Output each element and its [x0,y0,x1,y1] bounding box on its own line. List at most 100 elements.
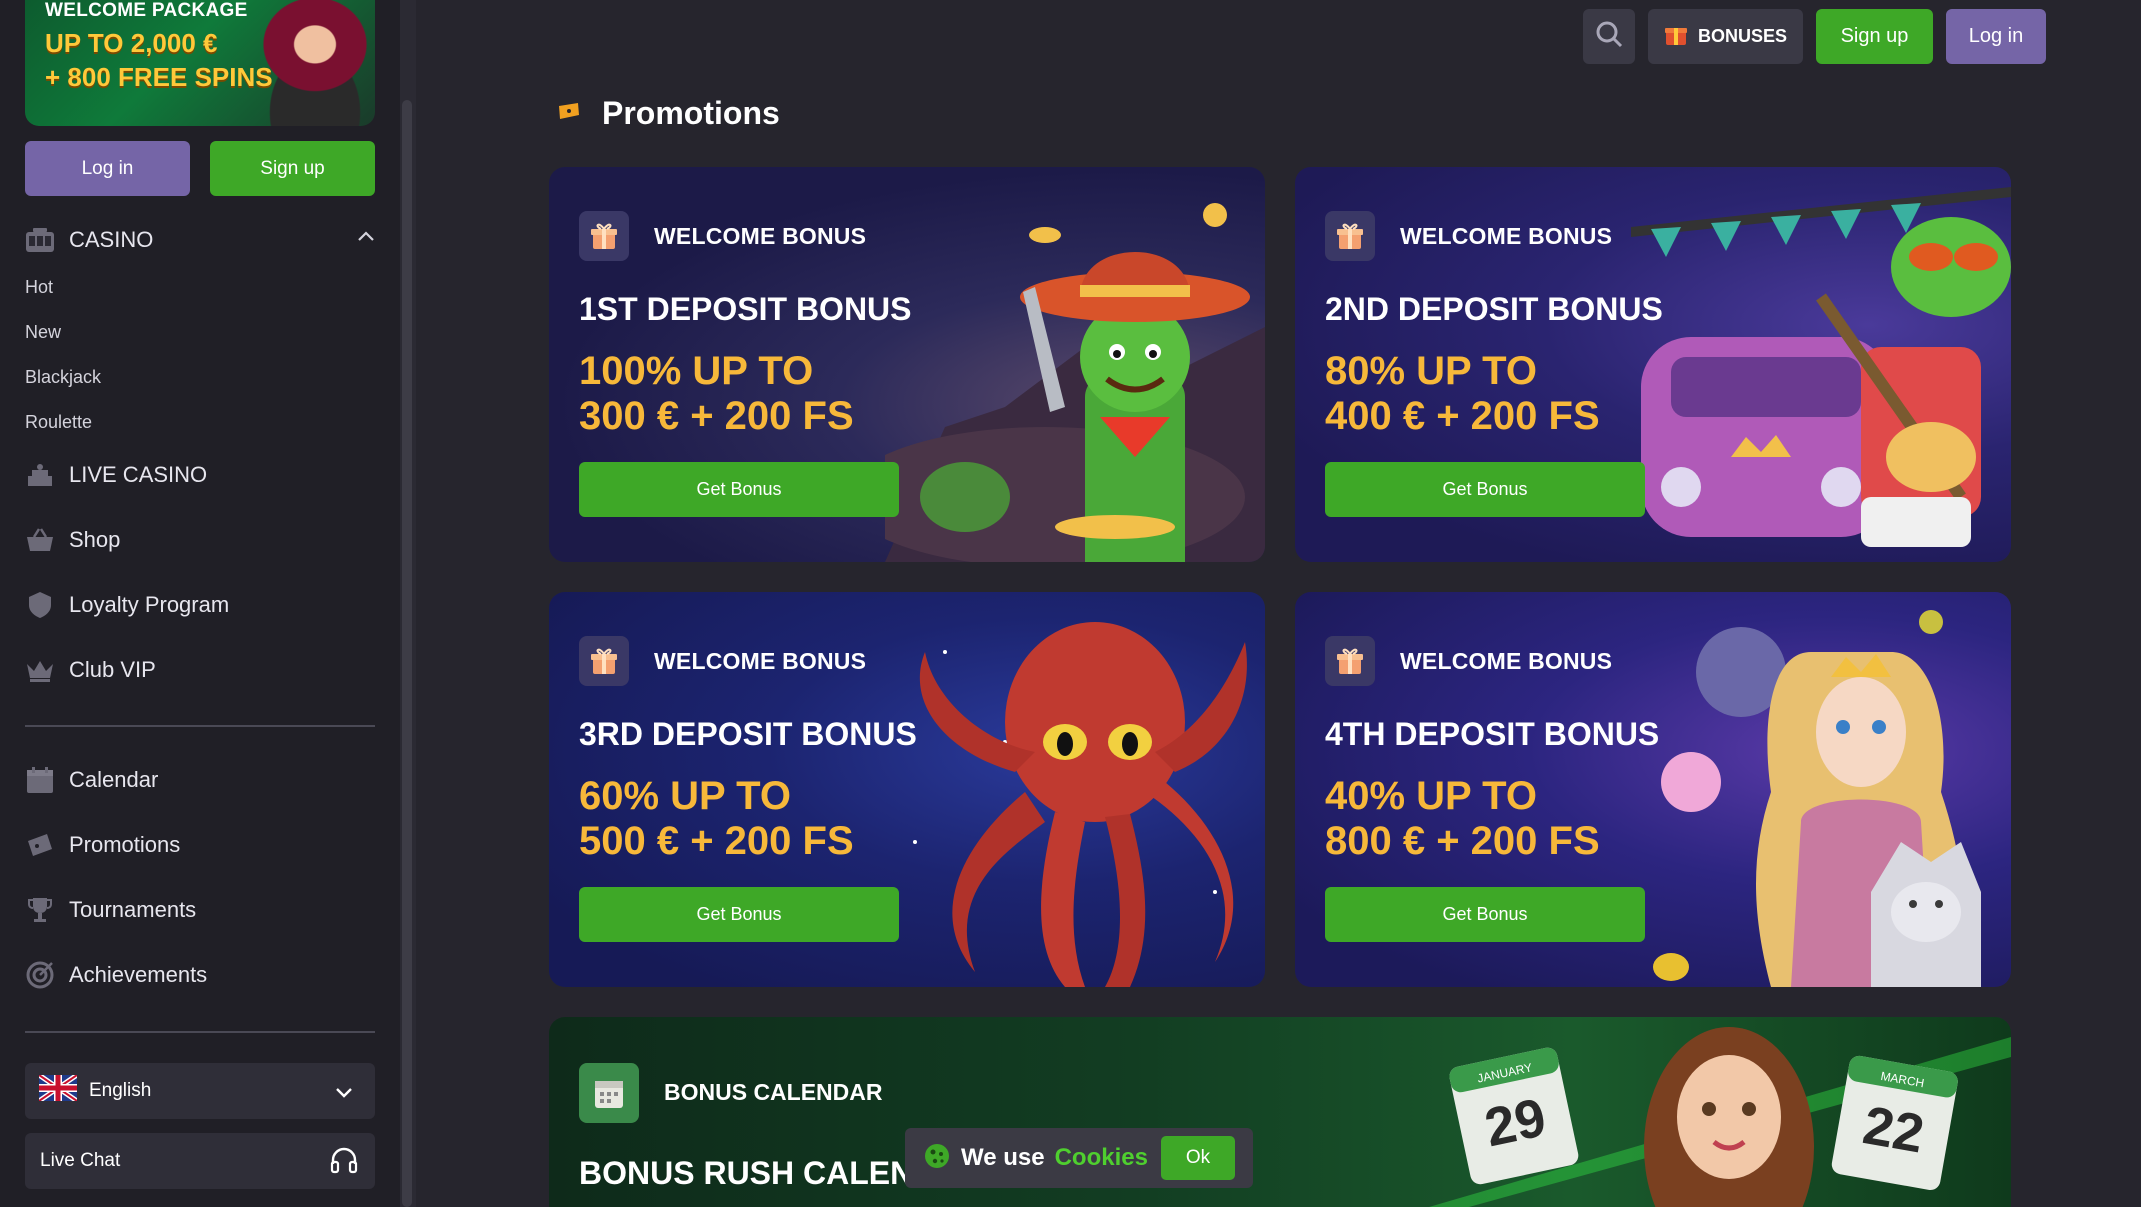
sidebar-item-tournaments[interactable]: Tournaments [25,895,196,925]
sidebar-item-calendar[interactable]: Calendar [25,765,158,795]
welcome-package-banner[interactable]: WELCOME PACKAGE UP TO 2,000 € + 800 FREE… [25,0,375,126]
sidebar-login-button[interactable]: Log in [25,141,190,196]
live-casino-icon [25,460,55,490]
sidebar-subitem-roulette[interactable]: Roulette [25,412,92,433]
card-amount-line-1: 80% UP TO [1325,349,1537,393]
sidebar-item-label: LIVE CASINO [69,462,208,487]
search-icon [1594,19,1624,54]
sidebar: WELCOME PACKAGE UP TO 2,000 € + 800 FREE… [0,0,400,1207]
sidebar-item-shop[interactable]: Shop [25,525,120,555]
sidebar-item-club-vip[interactable]: Club VIP [25,655,156,685]
bonus-card-3[interactable]: WELCOME BONUS 3RD DEPOSIT BONUS 60% UP T… [549,592,1265,987]
card-title: 1ST DEPOSIT BONUS [579,291,912,327]
card-amount-line-1: 100% UP TO [579,349,814,393]
card-tag: WELCOME BONUS [1400,648,1613,674]
sidebar-item-promotions[interactable]: Promotions [25,830,180,860]
princess-wolf-illustration [1653,610,1981,987]
calendar-girl-illustration: JANUARY 29 MARCH 22 [1429,1027,2011,1207]
bonuses-button[interactable]: BONUSES [1648,9,1803,64]
sidebar-subitem-blackjack[interactable]: Blackjack [25,367,101,388]
calendar-icon [579,1063,639,1123]
card-tag: WELCOME BONUS [654,648,867,674]
sidebar-signup-button[interactable]: Sign up [210,141,375,196]
sidebar-item-loyalty[interactable]: Loyalty Program [25,590,229,620]
loyalty-shield-icon [25,590,55,620]
banner-line-2: UP TO 2,000 € [45,28,218,58]
bonuses-label: BONUSES [1697,26,1787,46]
card-amount-line-2: 500 € + 200 FS [579,819,854,863]
cookie-banner: We use Cookies Ok [905,1128,1253,1188]
header-signup-button[interactable]: Sign up [1816,9,1933,64]
card-title: 3RD DEPOSIT BONUS [579,716,917,752]
card-amount-line-1: 40% UP TO [1325,774,1537,818]
card-tag: WELCOME BONUS [654,223,867,249]
sidebar-item-label: CASINO [69,227,154,252]
sidebar-auth-row: Log in Sign up [25,141,375,196]
sidebar-item-live-casino[interactable]: LIVE CASINO [25,460,207,490]
card-amount-line-1: 60% UP TO [579,774,791,818]
get-bonus-button[interactable]: Get Bonus [579,462,899,517]
chevron-up-icon[interactable] [357,229,375,247]
page-heading: Promotions [558,95,780,132]
gift-icon [1325,211,1375,261]
card-amount-line-2: 400 € + 200 FS [1325,394,1600,438]
banner-line-1: WELCOME PACKAGE [45,0,248,21]
gift-box-icon [1664,22,1688,51]
gift-icon [579,211,629,261]
sidebar-item-label: Achievements [69,962,208,987]
live-chat-button[interactable]: Live Chat [25,1133,375,1189]
sidebar-item-label: Calendar [69,767,159,792]
page-title: Promotions [602,95,780,131]
chevron-down-icon [335,1083,353,1105]
sidebar-divider [25,725,375,727]
card-title: 4TH DEPOSIT BONUS [1325,716,1660,752]
ticket-icon [25,830,55,860]
get-bonus-button[interactable]: Get Bonus [1325,887,1645,942]
sidebar-item-label: Shop [69,527,121,552]
bonus-card-1[interactable]: WELCOME BONUS 1ST DEPOSIT BONUS 100% UP … [549,167,1265,562]
sidebar-item-casino[interactable]: CASINO [25,225,153,255]
shop-basket-icon [25,525,55,555]
bonus-card-4[interactable]: WELCOME BONUS 4TH DEPOSIT BONUS 40% UP T… [1295,592,2011,987]
card-amount-line-2: 300 € + 200 FS [579,394,854,438]
frog-guitar-van-illustration [1631,187,2011,547]
gift-icon [1325,636,1375,686]
search-button[interactable] [1583,9,1635,64]
sidebar-item-achievements[interactable]: Achievements [25,960,207,990]
calendar-day-2: 22 [1859,1095,1929,1165]
target-icon [25,960,55,990]
sidebar-subitem-hot[interactable]: Hot [25,277,53,298]
card-amount-line-2: 800 € + 200 FS [1325,819,1600,863]
language-label: English [89,1080,152,1101]
live-chat-label: Live Chat [40,1150,121,1171]
sidebar-divider [25,1031,375,1033]
sidebar-item-label: Loyalty Program [69,592,230,617]
get-bonus-button[interactable]: Get Bonus [1325,462,1645,517]
crown-icon [25,655,55,685]
trophy-icon [25,895,55,925]
header-login-button[interactable]: Log in [1946,9,2046,64]
sidebar-item-label: Promotions [69,832,181,857]
calendar-card-tag: BONUS CALENDAR [664,1079,883,1105]
sidebar-subitem-new[interactable]: New [25,322,61,343]
calendar-icon [25,765,55,795]
cookie-text: We use [961,1144,1045,1171]
sidebar-item-label: Tournaments [69,897,197,922]
octopus-illustration [913,622,1247,987]
ticket-icon [558,102,580,125]
language-select[interactable]: English [25,1063,375,1119]
cowboy-cactus-illustration [885,203,1265,562]
sidebar-item-label: Club VIP [69,657,156,682]
card-tag: WELCOME BONUS [1400,223,1613,249]
bonus-card-2[interactable]: WELCOME BONUS 2ND DEPOSIT BONUS 80% UP T… [1295,167,2011,562]
uk-flag-icon [37,1072,79,1107]
cookie-policy-link[interactable]: Cookies [1055,1144,1148,1172]
sidebar-scrollbar-thumb[interactable] [402,100,412,1207]
cookie-ok-button[interactable]: Ok [1161,1136,1235,1180]
bonus-calendar-card[interactable]: JANUARY 29 MARCH 22 BONUS CALENDAR BONUS… [549,1017,2011,1207]
headset-icon [329,1146,359,1182]
gift-icon [579,636,629,686]
card-title: 2ND DEPOSIT BONUS [1325,291,1663,327]
get-bonus-button[interactable]: Get Bonus [579,887,899,942]
calendar-day-1: 29 [1480,1087,1551,1158]
